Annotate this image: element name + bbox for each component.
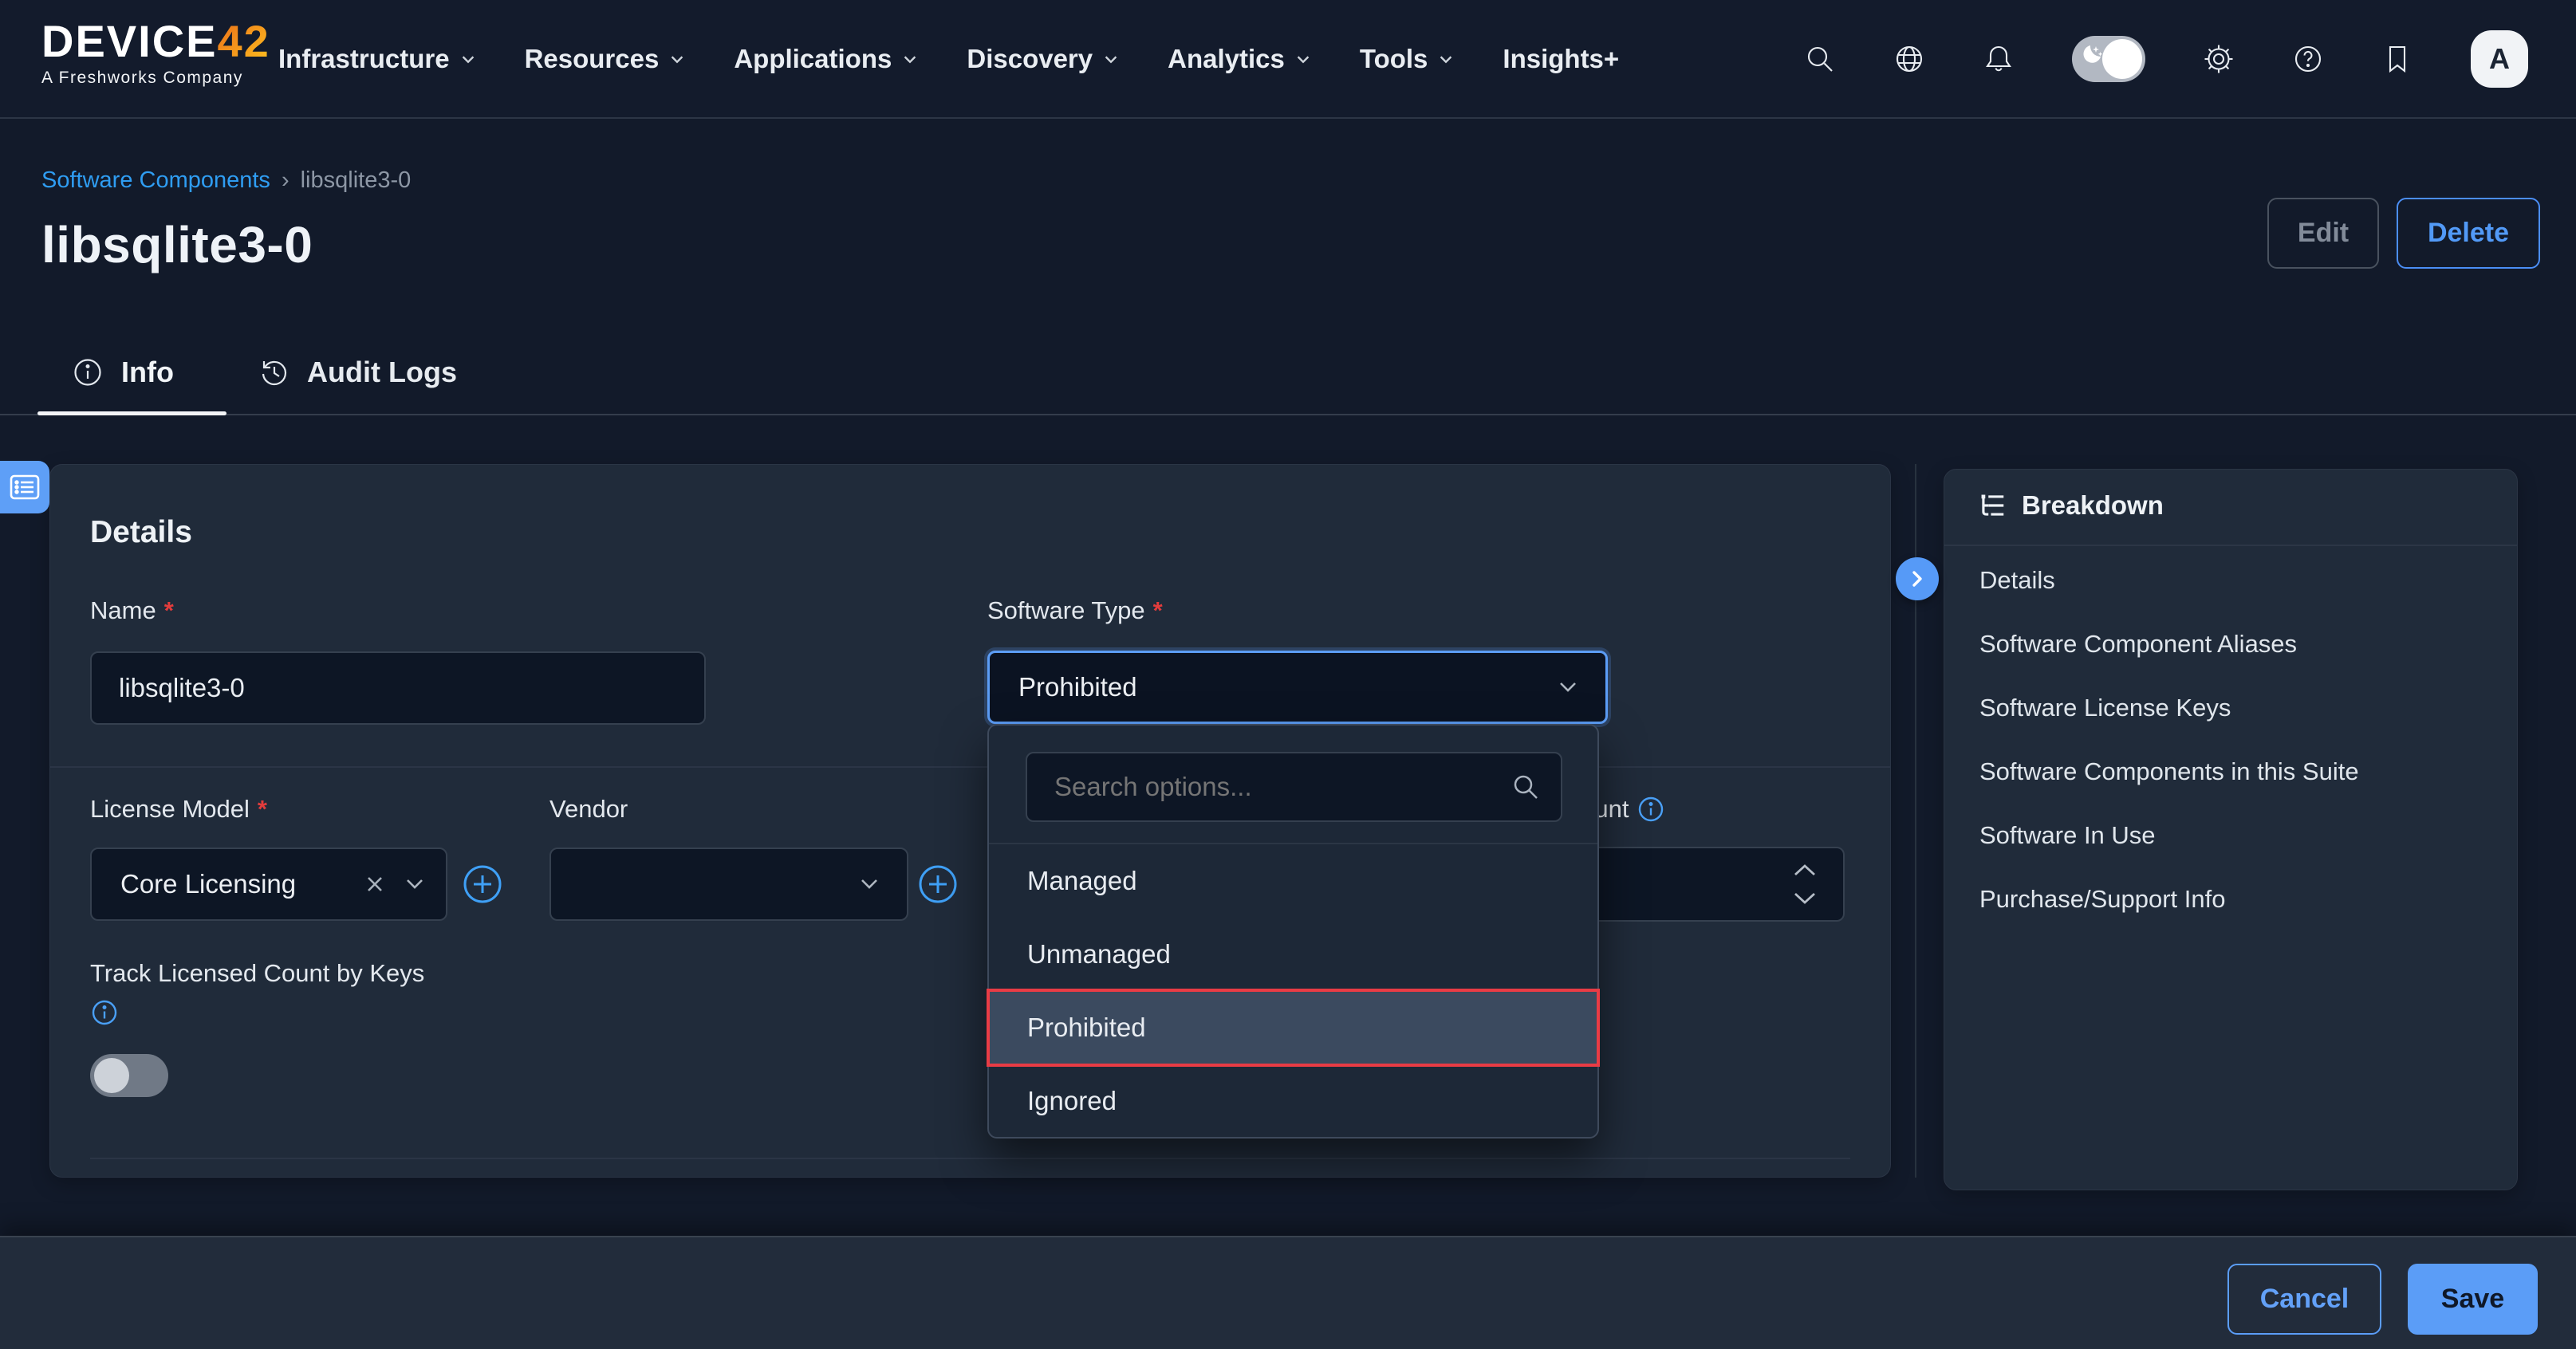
chevron-down-icon [401,871,428,898]
software-type-dropdown-menu: Managed Unmanaged Prohibited Ignored [987,724,1599,1139]
action-footer: Cancel Save [0,1236,2576,1349]
tab-info[interactable]: Info [72,356,174,389]
chevron-down-icon [856,871,883,898]
name-label: Name* [90,596,174,625]
license-model-label: License Model* [90,795,267,824]
chevron-down-icon [1102,50,1120,68]
breakdown-header: Breakdown [1977,490,2164,521]
breakdown-item-details[interactable]: Details [1944,549,2517,612]
collapse-panel-button[interactable] [1896,557,1939,600]
breakdown-item-components-suite[interactable]: Software Components in this Suite [1944,740,2517,804]
breadcrumb-current: libsqlite3-0 [301,167,412,194]
tree-list-icon [1977,490,2007,521]
user-avatar[interactable]: A [2471,30,2528,88]
nav-applications[interactable]: Applications [734,44,919,74]
active-tab-underline [37,411,226,415]
info-icon[interactable] [90,998,119,1027]
license-model-select[interactable]: Core Licensing [90,848,447,921]
nav-discovery[interactable]: Discovery [967,44,1120,74]
software-type-select[interactable]: Prohibited [987,651,1608,724]
brand-wordmark: DEVICE42 [41,18,270,65]
chevron-down-icon [668,50,686,68]
edit-button[interactable]: Edit [2267,198,2379,269]
nav-resources[interactable]: Resources [525,44,687,74]
save-button[interactable]: Save [2408,1264,2538,1335]
option-unmanaged[interactable]: Unmanaged [989,918,1597,991]
brand-tagline: A Freshworks Company [41,69,270,88]
info-circle-icon [72,356,104,388]
chevron-right-icon [1907,568,1928,589]
card-bottom-divider [90,1158,1850,1159]
nav-analytics[interactable]: Analytics [1168,44,1312,74]
option-ignored[interactable]: Ignored [989,1064,1597,1138]
chevron-down-icon [1437,50,1455,68]
breakdown-item-license-keys[interactable]: Software License Keys [1944,676,2517,740]
toggle-knob [2102,39,2142,79]
breakdown-divider [1944,545,2517,546]
breadcrumb-separator: › [282,167,290,194]
stepper-down-icon[interactable] [1790,888,1819,909]
software-type-label: Software Type* [987,596,1163,625]
dropdown-search [1026,752,1562,822]
nav-infrastructure[interactable]: Infrastructure [278,44,477,74]
tabs-divider [0,414,2576,415]
notifications-bell-icon[interactable] [1983,43,2015,75]
chevron-down-icon [901,50,919,68]
clear-x-icon[interactable] [363,872,387,896]
page-title: libsqlite3-0 [41,215,313,274]
moon-sparkles-icon [2078,41,2105,69]
track-keys-label: Track Licensed Count by Keys [90,959,424,988]
stepper-up-icon[interactable] [1790,859,1819,880]
add-license-model-button[interactable] [462,863,503,905]
breakdown-item-software-in-use[interactable]: Software In Use [1944,804,2517,867]
track-keys-toggle[interactable] [90,1054,168,1097]
option-managed[interactable]: Managed [989,844,1597,918]
chevron-down-icon [459,50,477,68]
tab-audit-logs[interactable]: Audit Logs [258,356,457,389]
delete-button[interactable]: Delete [2397,198,2540,269]
brand-logo[interactable]: DEVICE42 A Freshworks Company [41,18,270,88]
section-list-flyout-button[interactable] [0,461,49,513]
brand-name: DEVICE [41,16,218,66]
chevron-down-icon [1554,674,1581,701]
breakdown-list: Details Software Component Aliases Softw… [1944,549,2517,931]
toggle-knob [94,1058,129,1093]
search-icon[interactable] [1804,43,1836,75]
vendor-select[interactable] [549,848,908,921]
name-input[interactable] [90,651,706,725]
nav-tools[interactable]: Tools [1360,44,1455,74]
breadcrumb: Software Components › libsqlite3-0 [41,167,411,194]
breakdown-item-purchase-support[interactable]: Purchase/Support Info [1944,867,2517,931]
breakdown-panel: Breakdown Details Software Component Ali… [1944,469,2518,1190]
dropdown-search-input[interactable] [1026,752,1562,822]
history-clock-icon [258,356,290,388]
breadcrumb-parent-link[interactable]: Software Components [41,167,270,194]
list-panel-icon [9,474,41,501]
top-navigation-bar: DEVICE42 A Freshworks Company Infrastruc… [0,0,2576,119]
info-icon[interactable] [1637,795,1665,824]
bookmark-icon[interactable] [2381,43,2413,75]
gear-icon[interactable] [2203,43,2235,75]
chevron-down-icon [1294,50,1312,68]
dark-mode-toggle[interactable] [2072,36,2145,82]
details-heading: Details [90,515,192,550]
brand-number: 42 [218,16,270,66]
option-prohibited-highlighted[interactable]: Prohibited [989,991,1597,1064]
nav-insights-plus[interactable]: Insights+ [1503,44,1619,74]
breakdown-item-aliases[interactable]: Software Component Aliases [1944,612,2517,676]
vendor-label: Vendor [549,795,628,824]
top-bar-icons: A [1804,0,2528,117]
device42-software-component-page: DEVICE42 A Freshworks Company Infrastruc… [0,0,2576,1349]
main-nav: Infrastructure Resources Applications Di… [278,0,1619,117]
search-icon [1511,773,1540,801]
form-row-divider [49,766,1891,768]
globe-icon[interactable] [1893,43,1925,75]
help-icon[interactable] [2292,43,2324,75]
cancel-button[interactable]: Cancel [2227,1264,2381,1335]
add-vendor-button[interactable] [917,863,959,905]
